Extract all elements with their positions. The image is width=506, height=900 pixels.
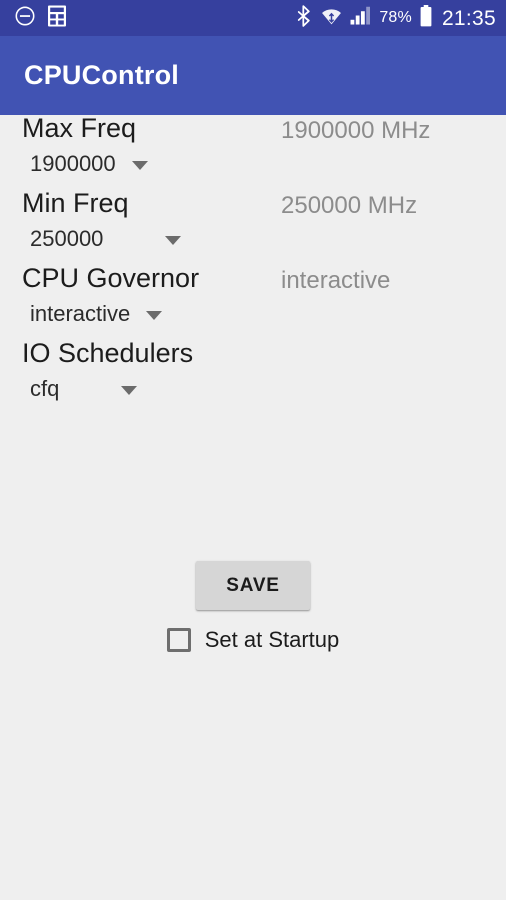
setting-row-io-schedulers: IO Schedulers cfq bbox=[0, 340, 506, 415]
chevron-down-icon bbox=[121, 385, 138, 395]
setting-row-cpu-governor: CPU Governor interactive interactive bbox=[0, 265, 506, 340]
save-button[interactable]: SAVE bbox=[196, 561, 310, 610]
cpu-governor-current-value: interactive bbox=[281, 267, 391, 294]
max-freq-spinner[interactable]: 1900000 bbox=[30, 153, 148, 175]
status-bar: 78% 21:35 bbox=[0, 0, 506, 36]
min-freq-spinner[interactable]: 250000 bbox=[30, 226, 182, 251]
io-schedulers-selected-value: cfq bbox=[30, 376, 60, 401]
cpu-governor-spinner[interactable]: interactive bbox=[30, 301, 163, 326]
min-freq-label: Min Freq bbox=[22, 188, 129, 218]
calculator-icon bbox=[47, 5, 67, 32]
battery-percentage: 78% bbox=[379, 9, 412, 26]
io-schedulers-label: IO Schedulers bbox=[22, 338, 194, 368]
do-not-disturb-icon bbox=[14, 5, 36, 32]
max-freq-selected-value: 1900000 bbox=[30, 151, 116, 176]
status-bar-clock: 21:35 bbox=[441, 6, 496, 30]
min-freq-current-value: 250000 MHz bbox=[281, 192, 418, 219]
wifi-icon bbox=[321, 6, 342, 31]
min-freq-selected-value: 250000 bbox=[30, 226, 104, 251]
app-title: CPUControl bbox=[24, 60, 179, 90]
chevron-down-icon bbox=[131, 160, 148, 170]
chevron-down-icon bbox=[146, 310, 163, 320]
cpu-governor-selected-value: interactive bbox=[30, 301, 131, 326]
status-bar-right-icons: 78% 21:35 bbox=[296, 4, 496, 32]
max-freq-label: Max Freq bbox=[22, 113, 137, 143]
setting-row-min-freq: Min Freq 250000 250000 MHz bbox=[0, 190, 506, 265]
set-at-startup-checkbox[interactable] bbox=[166, 628, 191, 652]
set-at-startup-container: Set at Startup bbox=[0, 628, 506, 652]
set-at-startup-label[interactable]: Set at Startup bbox=[205, 629, 340, 651]
save-button-container: SAVE bbox=[0, 561, 506, 610]
app-bar: CPUControl bbox=[0, 36, 506, 115]
setting-row-max-freq: Max Freq 1900000 1900000 MHz bbox=[0, 115, 506, 190]
cellular-signal-icon bbox=[350, 6, 371, 30]
cpu-governor-label: CPU Governor bbox=[22, 263, 200, 293]
bluetooth-icon bbox=[296, 4, 313, 32]
status-bar-left-icons bbox=[14, 5, 67, 32]
battery-icon bbox=[420, 4, 432, 32]
max-freq-current-value: 1900000 MHz bbox=[281, 117, 431, 144]
chevron-down-icon bbox=[165, 235, 182, 245]
io-schedulers-spinner[interactable]: cfq bbox=[30, 376, 138, 401]
main-content: Max Freq 1900000 1900000 MHz Min Freq 25… bbox=[0, 115, 506, 900]
